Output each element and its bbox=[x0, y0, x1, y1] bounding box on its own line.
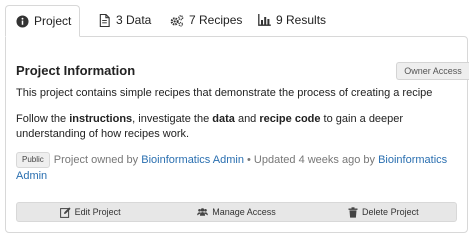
project-meta: Public Project owned by Bioinformatics Ad… bbox=[16, 152, 448, 182]
tab-project-label: Project bbox=[34, 14, 72, 28]
data-highlight: data bbox=[212, 113, 235, 125]
project-panel: Project 3 Data 7 Recipes 9 Results Owner… bbox=[0, 0, 474, 240]
delete-project-label: Delete Project bbox=[362, 207, 419, 217]
tab-recipes-label: 7 Recipes bbox=[189, 13, 243, 27]
recipe-code-highlight: recipe code bbox=[259, 113, 321, 125]
manage-access-button[interactable]: Manage Access bbox=[163, 203, 309, 221]
trash-icon bbox=[347, 206, 358, 218]
edit-project-button[interactable]: Edit Project bbox=[17, 203, 163, 221]
edit-project-label: Edit Project bbox=[74, 207, 121, 217]
visibility-badge: Public bbox=[16, 152, 50, 168]
owner-link[interactable]: Bioinformatics Admin bbox=[141, 154, 244, 166]
gears-icon bbox=[170, 13, 184, 27]
page-title: Project Information bbox=[16, 63, 136, 78]
file-icon bbox=[97, 13, 111, 27]
tab-data[interactable]: 3 Data bbox=[97, 6, 151, 34]
project-actions-bar: Edit Project Manage Access Delete Projec… bbox=[16, 202, 457, 222]
tab-bar: Project 3 Data 7 Recipes 9 Results bbox=[0, 0, 474, 38]
users-icon bbox=[197, 207, 209, 218]
tab-results-label: 9 Results bbox=[276, 13, 327, 27]
tab-results[interactable]: 9 Results bbox=[257, 6, 326, 34]
manage-access-label: Manage Access bbox=[212, 207, 276, 217]
instructions-highlight: instructions bbox=[69, 113, 133, 125]
tab-data-label: 3 Data bbox=[116, 13, 152, 27]
bar-chart-icon bbox=[257, 13, 271, 27]
tab-recipes[interactable]: 7 Recipes bbox=[170, 6, 242, 34]
delete-project-button[interactable]: Delete Project bbox=[310, 203, 456, 221]
project-description: This project contains simple recipes tha… bbox=[16, 87, 433, 99]
tab-project[interactable]: Project bbox=[5, 5, 80, 37]
info-circle-icon bbox=[16, 14, 29, 28]
instructions-text: Follow the instructions, investigate the… bbox=[16, 113, 404, 140]
project-info-card: Owner Access Project Information This pr… bbox=[5, 36, 469, 233]
edit-icon bbox=[59, 206, 71, 218]
owner-access-badge: Owner Access bbox=[396, 62, 469, 80]
